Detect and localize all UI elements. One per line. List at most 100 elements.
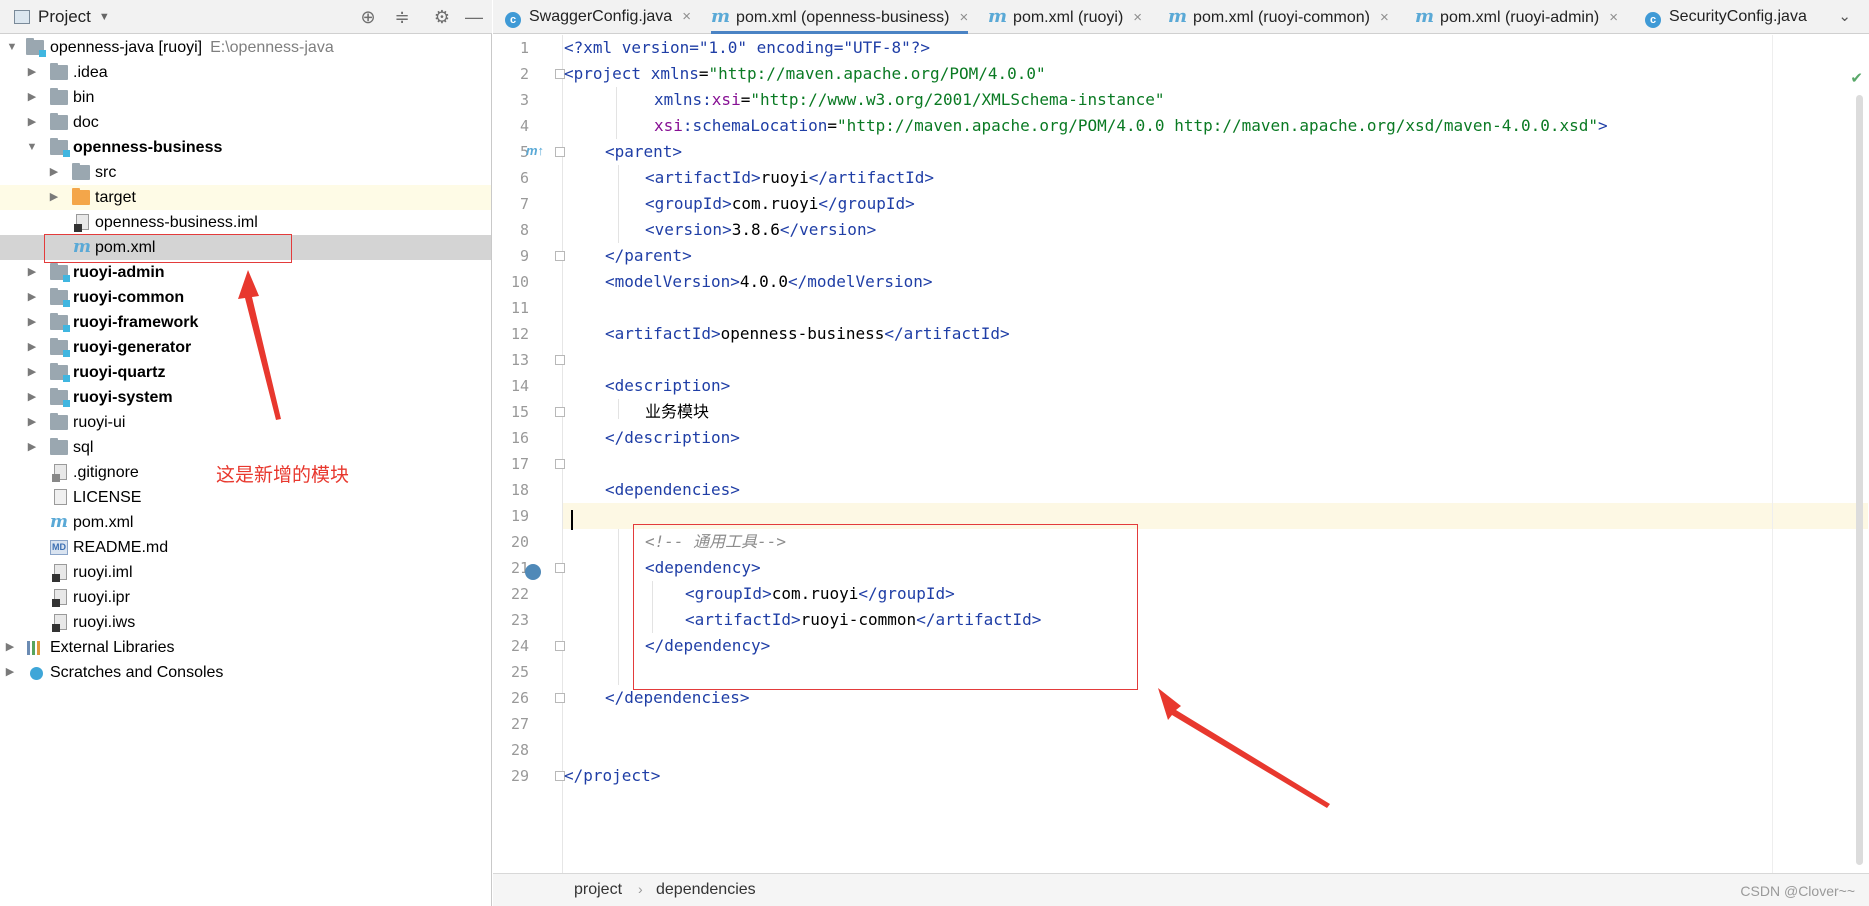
iws-file-icon	[52, 614, 67, 632]
chevron-down-icon[interactable]: ▼	[26, 135, 38, 160]
tree-item-bin[interactable]: ▶ bin	[0, 85, 491, 110]
annotation-highlight-box	[44, 234, 292, 263]
chevron-right-icon[interactable]: ▶	[26, 85, 38, 110]
tree-item-ruoyi-iml[interactable]: ruoyi.iml	[0, 560, 491, 585]
module-folder-icon	[26, 38, 46, 57]
code-line-5: <parent>	[605, 139, 682, 165]
chevron-right-icon[interactable]: ▶	[26, 410, 38, 435]
tree-item-ruoyi-iws[interactable]: ruoyi.iws	[0, 610, 491, 635]
tree-item-ruoyi-ui[interactable]: ▶ ruoyi-ui	[0, 410, 491, 435]
vertical-scrollbar[interactable]	[1856, 95, 1863, 865]
locate-icon[interactable]: ⊕	[358, 7, 378, 27]
minimize-icon[interactable]: —	[464, 7, 484, 27]
chevron-right-icon[interactable]: ▶	[26, 285, 38, 310]
line-number: 26	[510, 689, 529, 707]
code-line-14: <description>	[605, 373, 730, 399]
chevron-right-icon[interactable]: ▶	[26, 385, 38, 410]
chevron-down-icon[interactable]: ▼	[99, 11, 110, 23]
xml-tag: </artifactId>	[808, 168, 934, 187]
tree-item-label: .idea	[73, 64, 108, 81]
no-problems-check-icon[interactable]: ✔	[1850, 69, 1863, 87]
line-number: 10	[510, 273, 529, 291]
tree-item-ruoyi-common[interactable]: ▶ ruoyi-common	[0, 285, 491, 310]
tree-item-iml[interactable]: openness-business.iml	[0, 210, 491, 235]
close-icon[interactable]: ×	[1609, 9, 1618, 26]
tree-item-label: doc	[73, 114, 99, 131]
close-icon[interactable]: ×	[959, 9, 968, 26]
tree-item-readme[interactable]: MD README.md	[0, 535, 491, 560]
chevron-right-icon[interactable]: ▶	[26, 60, 38, 85]
tree-item-external-libraries[interactable]: ▶ External Libraries	[0, 635, 491, 660]
tabs-overflow-chevron-icon[interactable]: ⌄	[1838, 0, 1851, 34]
tab-swagger-config[interactable]: c SwaggerConfig.java ×	[505, 0, 691, 34]
line-number: 17	[510, 455, 529, 473]
line-number: 29	[510, 767, 529, 785]
breadcrumb-item-project[interactable]: project	[574, 881, 622, 899]
tree-item-doc[interactable]: ▶ doc	[0, 110, 491, 135]
chevron-right-icon[interactable]: ▶	[48, 185, 60, 210]
tree-item-ruoyi-quartz[interactable]: ▶ ruoyi-quartz	[0, 360, 491, 385]
folder-icon	[72, 163, 90, 180]
tree-item-target[interactable]: ▶ target	[0, 185, 491, 210]
module-folder-icon	[50, 388, 70, 407]
tree-item-idea[interactable]: ▶ .idea	[0, 60, 491, 85]
tree-item-src[interactable]: ▶ src	[0, 160, 491, 185]
dependency-gutter-icon[interactable]	[525, 564, 541, 580]
project-tool-window: Project ▼ ⊕ ≑ ⚙ — ▼ openness-java [ruoyi…	[0, 0, 492, 906]
xml-attr-ns: xsi	[654, 116, 683, 135]
line-number: 11	[510, 299, 529, 317]
folder-icon	[50, 438, 68, 455]
tab-pom-ruoyi-admin[interactable]: m pom.xml (ruoyi-admin) ×	[1415, 0, 1618, 34]
tab-pom-openness-business[interactable]: m pom.xml (openness-business) ×	[711, 0, 969, 34]
tab-label: pom.xml (ruoyi-common)	[1193, 9, 1370, 26]
maven-parent-gutter-icon[interactable]: m↑	[526, 143, 544, 158]
tab-label: pom.xml (ruoyi-admin)	[1440, 9, 1600, 26]
line-number: 6	[519, 169, 529, 187]
tree-root[interactable]: ▼ openness-java [ruoyi] E:\openness-java	[0, 35, 491, 60]
tree-item-license[interactable]: LICENSE	[0, 485, 491, 510]
tree-item-ruoyi-admin[interactable]: ▶ ruoyi-admin	[0, 260, 491, 285]
tree-item-label: ruoyi-generator	[73, 339, 192, 356]
chevron-right-icon[interactable]: ▶	[4, 635, 16, 660]
tree-item-openness-business[interactable]: ▼ openness-business	[0, 135, 491, 160]
chevron-right-icon[interactable]: ▶	[4, 660, 16, 685]
tree-item-label: ruoyi-quartz	[73, 364, 166, 381]
chevron-down-icon[interactable]: ▼	[6, 35, 18, 60]
tree-item-root-pom[interactable]: m pom.xml	[0, 510, 491, 535]
close-icon[interactable]: ×	[1380, 9, 1389, 26]
folder-icon	[50, 113, 68, 130]
close-icon[interactable]: ×	[1133, 9, 1142, 26]
close-icon[interactable]: ×	[682, 8, 691, 25]
root-name: openness-java [ruoyi]	[50, 39, 203, 56]
code-line-16: </description>	[605, 425, 740, 451]
chevron-right-icon[interactable]: ▶	[26, 335, 38, 360]
tree-item-ruoyi-system[interactable]: ▶ ruoyi-system	[0, 385, 491, 410]
tab-security-config[interactable]: c SecurityConfig.java	[1645, 0, 1807, 34]
tab-pom-ruoyi-common[interactable]: m pom.xml (ruoyi-common) ×	[1168, 0, 1389, 34]
iml-file-icon	[52, 564, 67, 582]
chevron-right-icon[interactable]: ▶	[48, 160, 60, 185]
gear-icon[interactable]: ⚙	[432, 7, 452, 27]
tree-item-sql[interactable]: ▶ sql	[0, 435, 491, 460]
code-line-10: <modelVersion>4.0.0</modelVersion>	[605, 269, 933, 295]
tree-item-ruoyi-ipr[interactable]: ruoyi.ipr	[0, 585, 491, 610]
project-view-selector[interactable]: Project ▼	[14, 7, 110, 27]
xml-text: openness-business	[720, 324, 885, 343]
chevron-right-icon[interactable]: ▶	[26, 110, 38, 135]
tree-item-ruoyi-generator[interactable]: ▶ ruoyi-generator	[0, 335, 491, 360]
chevron-right-icon[interactable]: ▶	[26, 310, 38, 335]
line-number: 20	[510, 533, 529, 551]
tree-item-ruoyi-framework[interactable]: ▶ ruoyi-framework	[0, 310, 491, 335]
chevron-right-icon[interactable]: ▶	[26, 260, 38, 285]
breadcrumb-item-dependencies[interactable]: dependencies	[656, 881, 756, 899]
chevron-right-icon[interactable]: ▶	[26, 435, 38, 460]
collapse-all-icon[interactable]: ≑	[392, 7, 412, 27]
tree-item-label: ruoyi-system	[73, 389, 173, 406]
code-editor[interactable]: <?xml version="1.0" encoding="UTF-8"?> <…	[563, 35, 1868, 873]
tree-item-scratches[interactable]: ▶ Scratches and Consoles	[0, 660, 491, 685]
maven-icon: m	[50, 512, 68, 532]
xml-text: 3.8.6	[731, 220, 780, 239]
xml-tag: >	[1598, 116, 1608, 135]
chevron-right-icon[interactable]: ▶	[26, 360, 38, 385]
tab-pom-ruoyi[interactable]: m pom.xml (ruoyi) ×	[988, 0, 1142, 34]
